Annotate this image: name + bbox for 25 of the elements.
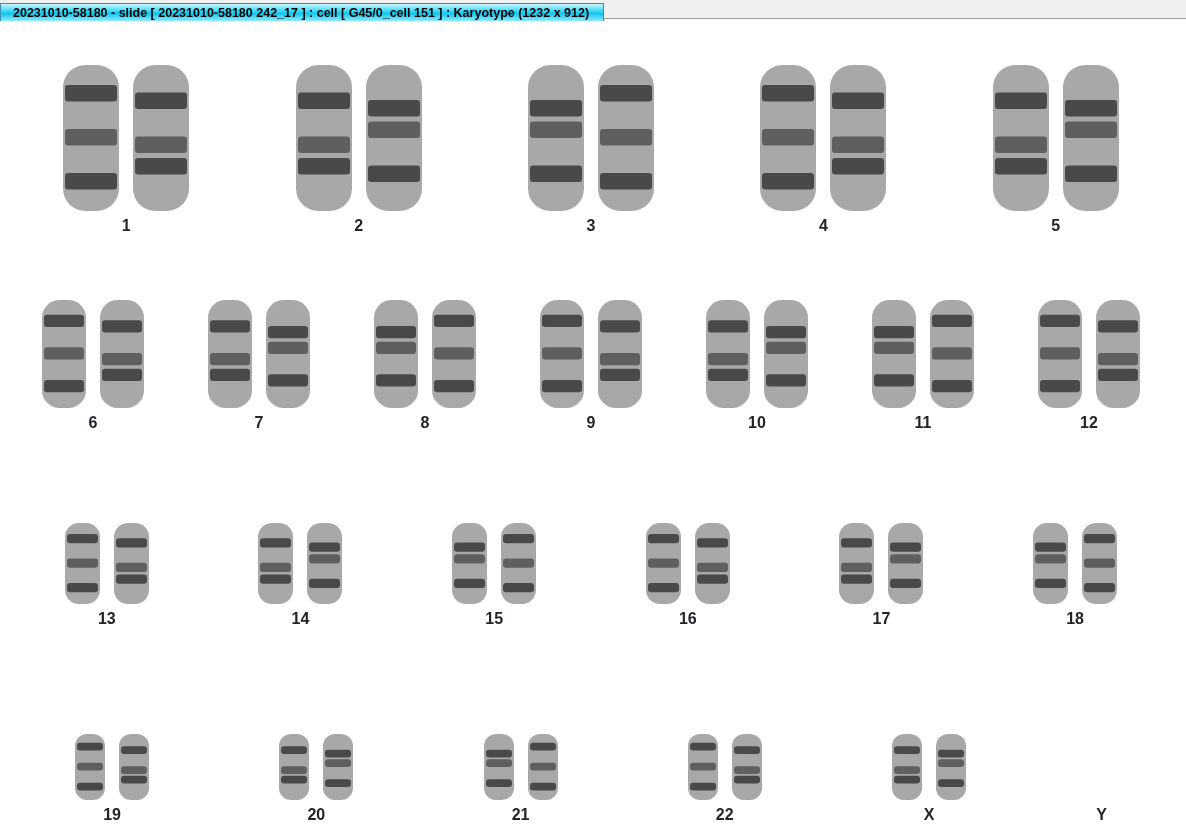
chromosome-label: 14 (291, 609, 310, 628)
chromosome-label: 6 (88, 413, 98, 432)
chromosome-label: 18 (1066, 609, 1084, 628)
chromosome-label: 4 (818, 217, 828, 236)
chromosome-label: 9 (586, 413, 596, 432)
chromosome-label: 10 (748, 413, 766, 432)
chromosome-label: 21 (511, 806, 530, 824)
chromosome-label: 19 (103, 806, 121, 824)
chromosome-label: 13 (97, 609, 116, 628)
chromosome-label: 22 (715, 806, 734, 824)
chromosome-label: 20 (307, 806, 326, 824)
chromosome-label: 11 (914, 413, 932, 432)
window-title: 20231010-58180 - slide [ 20231010-58180 242_17 ] : cell [ G45/0_cell 151 ] : Karyotype (1232 x 912) (0, 3, 605, 21)
chromosome-label: 16 (678, 609, 697, 628)
chromosome-label: 2 (354, 217, 364, 236)
chromosome-label: 3 (586, 217, 596, 236)
chromosome-label: 7 (254, 413, 264, 432)
chromosome-label: 17 (872, 609, 891, 628)
chromosome-label: X (923, 806, 935, 824)
chromosome-label: 8 (420, 413, 430, 432)
chromosome-label: 1 (121, 217, 131, 236)
chromosome-label: Y (1096, 806, 1107, 824)
chromosome-label: 15 (485, 609, 504, 628)
chromosome-label: 5 (1051, 217, 1061, 236)
chromosome-label: 12 (1080, 413, 1098, 432)
